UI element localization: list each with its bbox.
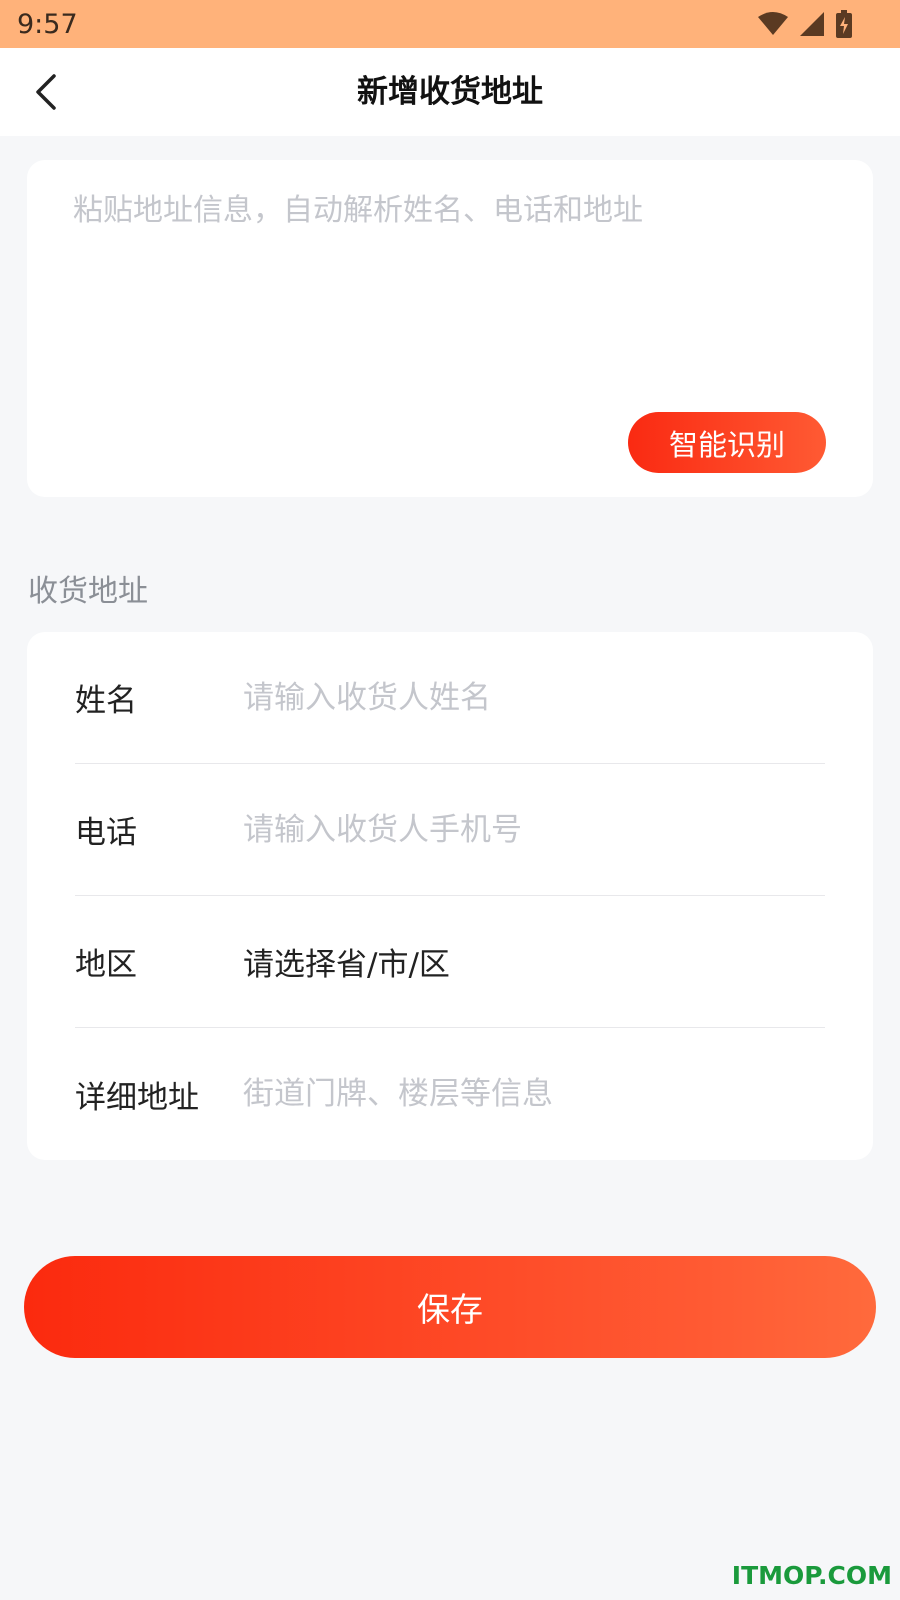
phone-row: 电话 (75, 764, 825, 896)
save-button[interactable]: 保存 (24, 1256, 876, 1358)
battery-charging-icon (836, 10, 852, 38)
watermark: ITMOP.COM (731, 1561, 892, 1590)
detail-row: 详细地址 (75, 1028, 825, 1160)
name-input[interactable] (243, 679, 825, 716)
region-row[interactable]: 地区 请选择省/市/区 (75, 896, 825, 1028)
nav-bar: 新增收货地址 (0, 48, 900, 136)
phone-label: 电话 (75, 815, 137, 851)
region-select[interactable]: 请选择省/市/区 (243, 939, 825, 984)
cellular-signal-icon (800, 12, 824, 36)
status-icons (758, 10, 852, 38)
detail-address-input[interactable] (243, 1076, 825, 1112)
address-form: 姓名 电话 地区 请选择省/市/区 详细地址 (27, 632, 873, 1160)
wifi-icon (758, 12, 788, 36)
name-label: 姓名 (75, 683, 137, 719)
status-bar: 9:57 (0, 0, 900, 48)
page: 9:57 新增收货地址 智能识别 (0, 0, 900, 1600)
name-row: 姓名 (75, 632, 825, 764)
paste-address-input[interactable] (73, 190, 833, 390)
phone-input[interactable] (243, 811, 825, 848)
page-title: 新增收货地址 (357, 74, 543, 110)
detail-label: 详细地址 (75, 1079, 199, 1116)
section-label: 收货地址 (28, 574, 148, 609)
region-label: 地区 (75, 947, 137, 983)
status-time: 9:57 (17, 8, 78, 40)
paste-address-card: 智能识别 (27, 160, 873, 497)
smart-recognize-button[interactable]: 智能识别 (628, 412, 826, 473)
